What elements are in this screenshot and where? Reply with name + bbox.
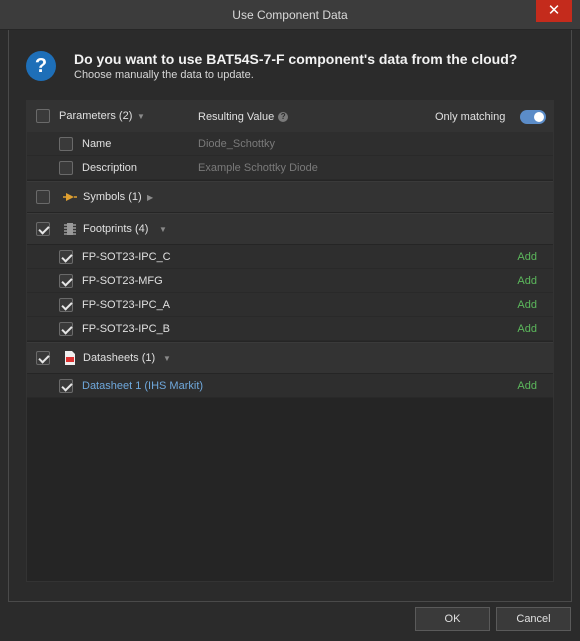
chevron-down-icon[interactable]: ▼ — [163, 354, 171, 363]
title-bar: Use Component Data ✕ — [0, 0, 580, 30]
dialog-subheading: Choose manually the data to update. — [74, 69, 254, 81]
component-data-panel: Parameters (2) ▼ Resulting Value? Only m… — [26, 100, 554, 582]
window-title: Use Component Data — [232, 8, 348, 22]
footprint-checkbox[interactable] — [59, 298, 73, 312]
add-button[interactable]: Add — [517, 323, 537, 335]
datasheets-group-header[interactable]: Datasheets (1) ▼ — [27, 342, 553, 373]
footprint-checkbox[interactable] — [59, 250, 73, 264]
parameter-value: Example Schottky Diode — [198, 162, 318, 174]
footprint-name: FP-SOT23-MFG — [82, 275, 163, 287]
symbol-icon — [63, 190, 77, 204]
chevron-down-icon[interactable]: ▼ — [137, 112, 145, 121]
resulting-value-label: Resulting Value — [198, 111, 275, 123]
parameters-group-header[interactable]: Parameters (2) ▼ Resulting Value? Only m… — [27, 101, 553, 132]
chevron-down-icon[interactable]: ▼ — [159, 225, 167, 234]
add-button[interactable]: Add — [517, 251, 537, 263]
parameters-label: Parameters (2) — [59, 110, 133, 122]
parameter-name: Name — [82, 138, 112, 150]
dialog-heading: Do you want to use BAT54S-7-F component'… — [74, 51, 518, 67]
parameter-checkbox[interactable] — [59, 137, 73, 151]
parameter-value: Diode_Schottky — [198, 138, 276, 150]
resulting-value-header: Resulting Value? — [198, 111, 289, 123]
add-button[interactable]: Add — [517, 275, 537, 287]
footprint-icon — [63, 222, 77, 236]
parameters-checkbox[interactable] — [36, 109, 50, 123]
pdf-icon — [64, 351, 78, 365]
footprints-group-header[interactable]: Footprints (4) ▼ — [27, 213, 553, 244]
only-matching-toggle[interactable] — [520, 110, 546, 124]
footprints-label: Footprints (4) — [83, 223, 149, 235]
datasheet-checkbox[interactable] — [59, 379, 73, 393]
footprint-row[interactable]: FP-SOT23-IPC_C Add — [27, 245, 553, 269]
add-button[interactable]: Add — [517, 299, 537, 311]
question-icon: ? — [26, 51, 56, 81]
symbols-checkbox[interactable] — [36, 190, 50, 204]
footprints-checkbox[interactable] — [36, 222, 50, 236]
datasheets-checkbox[interactable] — [36, 351, 50, 365]
datasheets-label: Datasheets (1) — [83, 352, 156, 364]
help-icon[interactable]: ? — [278, 112, 289, 122]
close-button[interactable]: ✕ — [536, 0, 572, 22]
footprint-name: FP-SOT23-IPC_C — [82, 251, 171, 263]
only-matching-label: Only matching — [435, 111, 506, 123]
parameter-name: Description — [82, 162, 138, 174]
footprint-name: FP-SOT23-IPC_A — [82, 299, 171, 311]
footprint-row[interactable]: FP-SOT23-IPC_B Add — [27, 317, 553, 341]
footprint-checkbox[interactable] — [59, 274, 73, 288]
parameter-row[interactable]: Name Diode_Schottky — [27, 132, 553, 156]
datasheet-row[interactable]: Datasheet 1 (IHS Markit) Add — [27, 374, 553, 398]
add-button[interactable]: Add — [517, 380, 537, 392]
parameter-row[interactable]: Description Example Schottky Diode — [27, 156, 553, 180]
chevron-right-icon[interactable]: ▶ — [147, 193, 153, 202]
footprint-checkbox[interactable] — [59, 322, 73, 336]
footprint-row[interactable]: FP-SOT23-MFG Add — [27, 269, 553, 293]
parameter-checkbox[interactable] — [59, 161, 73, 175]
footprint-row[interactable]: FP-SOT23-IPC_A Add — [27, 293, 553, 317]
ok-button[interactable]: OK — [415, 607, 490, 631]
symbols-group-header[interactable]: Symbols (1) ▶ — [27, 181, 553, 212]
datasheet-link[interactable]: Datasheet 1 (IHS Markit) — [82, 380, 203, 392]
symbols-label: Symbols (1) — [83, 191, 142, 203]
cancel-button[interactable]: Cancel — [496, 607, 571, 631]
footprint-name: FP-SOT23-IPC_B — [82, 323, 171, 335]
